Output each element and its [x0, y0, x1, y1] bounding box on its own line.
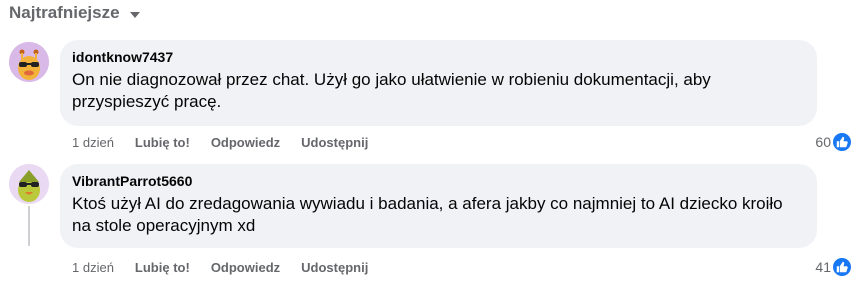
comment-text: On nie diagnozował przez chat. Użył go j… — [72, 70, 711, 111]
thumbs-up-icon — [833, 133, 851, 151]
parrot-avatar-icon — [9, 164, 49, 204]
comment-time[interactable]: 1 dzień — [72, 135, 114, 150]
comment-actions: 1 dzień Lubię to! Odpowiedz Udostępnij — [72, 260, 389, 275]
chevron-down-icon — [129, 11, 140, 18]
reply-button[interactable]: Odpowiedz — [211, 260, 280, 275]
comment-text: Ktoś użył AI do zredagowania wywiadu i b… — [72, 194, 783, 235]
comment-author[interactable]: VibrantParrot5660 — [72, 172, 803, 190]
comment-time[interactable]: 1 dzień — [72, 260, 114, 275]
reaction-count: 41 — [815, 259, 831, 275]
thumbs-up-icon — [833, 258, 851, 276]
like-button[interactable]: Lubię to! — [135, 260, 190, 275]
avatar[interactable] — [9, 42, 49, 82]
like-button[interactable]: Lubię to! — [135, 135, 190, 150]
thread-line — [28, 206, 30, 246]
comment-bubble: VibrantParrot5660 Ktoś użył AI do zredag… — [60, 164, 817, 248]
reaction-count: 60 — [815, 134, 831, 150]
share-button[interactable]: Udostępnij — [301, 260, 368, 275]
avatar[interactable] — [9, 164, 49, 204]
giraffe-avatar-icon — [9, 42, 49, 82]
reaction-summary[interactable]: 60 — [815, 133, 851, 151]
reaction-summary[interactable]: 41 — [815, 258, 851, 276]
reply-button[interactable]: Odpowiedz — [211, 135, 280, 150]
sort-label: Najtrafniejsze — [9, 3, 120, 22]
share-button[interactable]: Udostępnij — [301, 135, 368, 150]
comment-actions: 1 dzień Lubię to! Odpowiedz Udostępnij — [72, 135, 389, 150]
sort-dropdown[interactable]: Najtrafniejsze — [9, 3, 140, 23]
comment-bubble: idontknow7437 On nie diagnozował przez c… — [60, 40, 817, 126]
comment-author[interactable]: idontknow7437 — [72, 48, 803, 66]
